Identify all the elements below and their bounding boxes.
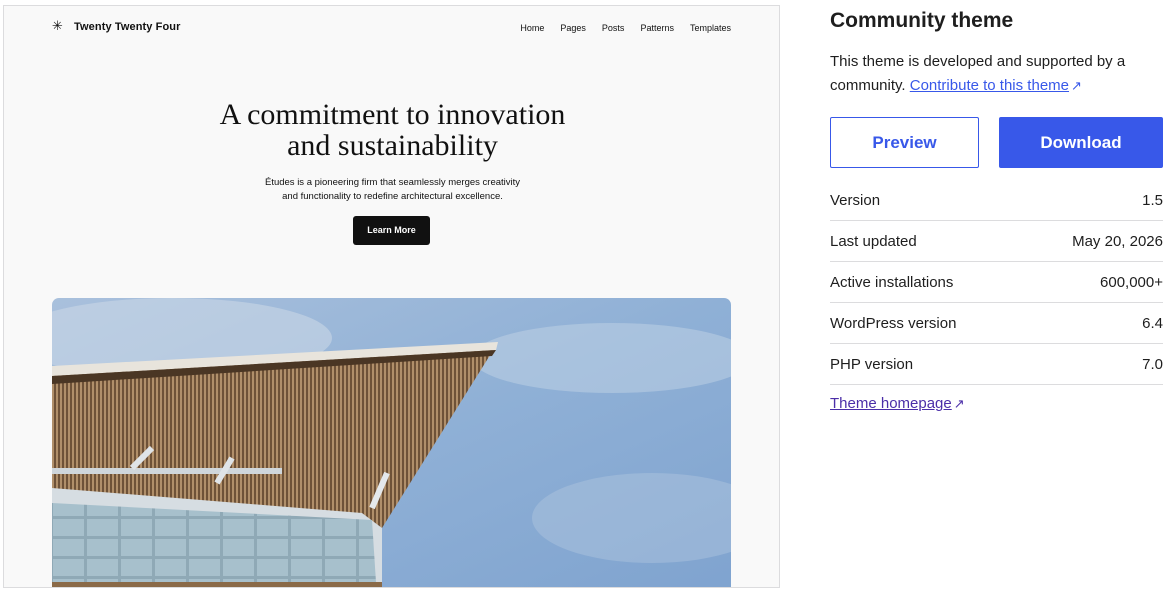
- hero-heading-line: A commitment to innovation: [219, 98, 566, 131]
- meta-value: 7.0: [1142, 355, 1163, 373]
- site-nav-item-home: Home: [520, 23, 545, 33]
- meta-row-version: Version 1.5: [830, 180, 1163, 221]
- site-logo-icon: ✳: [52, 19, 63, 34]
- site-title: Twenty Twenty Four: [74, 21, 181, 33]
- contribute-link-label: Contribute to this theme: [909, 77, 1070, 94]
- meta-value: 600,000+: [1100, 273, 1163, 291]
- meta-row-active-installations: Active installations 600,000+: [830, 262, 1163, 303]
- site-nav-item-posts: Posts: [601, 23, 625, 33]
- site-nav-item-pages: Pages: [560, 23, 586, 33]
- theme-homepage-link[interactable]: Theme homepage ↗: [830, 395, 965, 412]
- meta-label: Version: [830, 191, 881, 209]
- hero-text: Études is a pioneering firm that seamles…: [4, 176, 779, 204]
- external-link-icon: ↗: [1071, 78, 1082, 93]
- meta-row-last-updated: Last updated May 20, 2026: [830, 221, 1163, 262]
- meta-value: May 20, 2026: [1072, 232, 1163, 250]
- meta-label: Active installations: [830, 273, 954, 291]
- contribute-link[interactable]: Contribute to this theme ↗: [910, 77, 1082, 94]
- hero-text-line: Études is a pioneering firm that seamles…: [264, 177, 521, 188]
- hero-heading-line: and sustainability: [287, 129, 498, 162]
- site-header: ✳ Twenty Twenty Four Home Pages Posts Pa…: [4, 6, 779, 52]
- hero-building-image: [52, 298, 731, 587]
- preview-button[interactable]: Preview: [830, 117, 979, 168]
- theme-preview-frame[interactable]: ✳ Twenty Twenty Four Home Pages Posts Pa…: [3, 5, 780, 588]
- site-nav-item-patterns: Patterns: [640, 23, 674, 33]
- meta-value: 1.5: [1142, 191, 1163, 209]
- sidebar-description: This theme is developed and supported by…: [830, 50, 1163, 98]
- sidebar-title: Community theme: [830, 9, 1014, 32]
- site-nav-item-templates: Templates: [689, 23, 731, 33]
- download-button[interactable]: Download: [999, 117, 1163, 168]
- theme-meta-list: Version 1.5 Last updated May 20, 2026 Ac…: [830, 180, 1163, 385]
- learn-more-button: Learn More: [353, 216, 430, 245]
- hero-heading: A commitment to innovation and sustainab…: [4, 98, 779, 162]
- meta-value: 6.4: [1142, 314, 1163, 332]
- meta-label: PHP version: [830, 355, 914, 373]
- external-link-icon: ↗: [953, 396, 965, 411]
- hero-text-line: and functionality to redefine architectu…: [282, 191, 503, 202]
- site-nav: Home Pages Posts Patterns Templates: [520, 23, 731, 33]
- meta-row-php-version: PHP version 7.0: [830, 344, 1163, 385]
- building-photo: [52, 298, 731, 587]
- meta-row-wordpress-version: WordPress version 6.4: [830, 303, 1163, 344]
- meta-label: Last updated: [830, 232, 917, 250]
- theme-homepage-label: Theme homepage: [830, 395, 952, 412]
- meta-label: WordPress version: [830, 314, 957, 332]
